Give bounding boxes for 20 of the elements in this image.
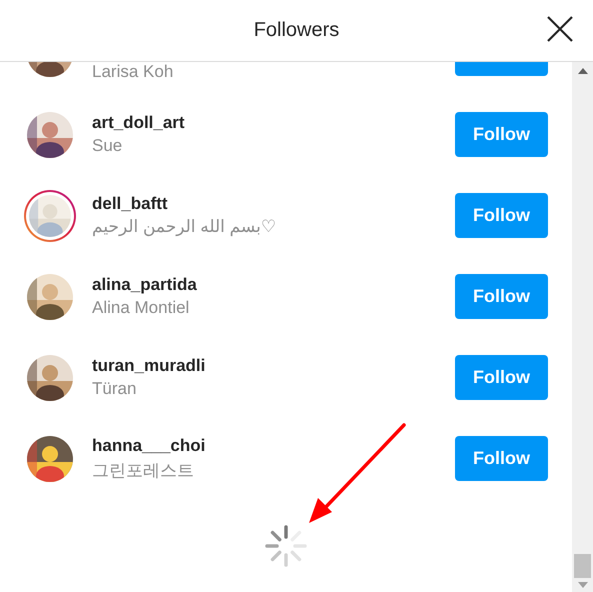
full-name: Sue <box>92 136 124 156</box>
scroll-down-icon[interactable] <box>578 582 588 588</box>
username[interactable]: alina_partida <box>92 275 441 295</box>
full-name: Alina Montiel <box>92 298 190 318</box>
full-name: بسم الله الرحمن الرحيم♡ <box>92 217 278 237</box>
username[interactable]: turan_muradli <box>92 356 441 376</box>
story-ring[interactable] <box>24 190 76 242</box>
username[interactable]: hanna___choi <box>92 436 441 456</box>
scrollbar-thumb[interactable] <box>574 554 591 578</box>
close-button[interactable] <box>545 14 575 44</box>
loading-spinner-icon <box>263 523 309 569</box>
dialog-title: Followers <box>254 19 340 42</box>
full-name: Larisa Koh <box>92 62 174 82</box>
username[interactable]: dell_baftt <box>92 194 441 214</box>
scrollbar[interactable] <box>572 62 593 592</box>
username[interactable]: art_doll_art <box>92 113 441 133</box>
full-name: 그린포레스트 <box>92 460 195 482</box>
close-icon <box>546 15 574 43</box>
full-name: Türan <box>92 379 138 399</box>
scroll-up-icon[interactable] <box>578 68 588 74</box>
